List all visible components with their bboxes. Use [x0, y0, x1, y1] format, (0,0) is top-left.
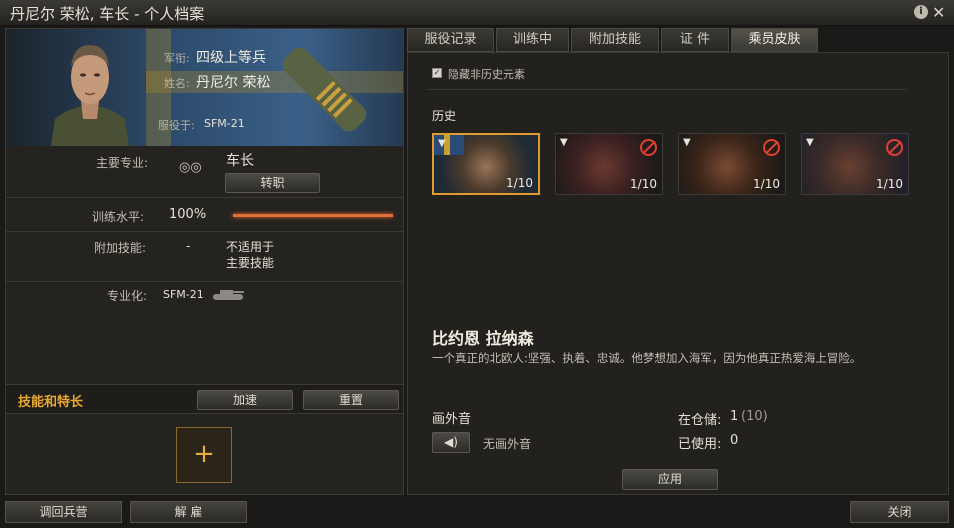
- pin-icon: ▼: [683, 137, 691, 148]
- served-vehicle: SFM-21: [204, 117, 245, 130]
- training-level-row: 训练水平: 100%: [6, 198, 403, 232]
- extra-skill-value: -: [186, 239, 191, 253]
- skin-name: 比约恩 拉纳森: [432, 329, 534, 348]
- rank-label: 军衔:: [164, 52, 190, 65]
- tab-crew-skins[interactable]: 乘员皮肤: [731, 28, 818, 52]
- add-skill-button[interactable]: +: [176, 427, 232, 483]
- skin-count: 1/10: [506, 176, 533, 190]
- crew-portrait: [51, 45, 129, 146]
- reset-button[interactable]: 重置: [303, 390, 399, 410]
- skin-count: 1/10: [753, 177, 780, 191]
- skin-card-1[interactable]: ▼ 1/10: [432, 133, 540, 195]
- pin-icon: ▼: [560, 137, 568, 148]
- pin-icon: ▼: [438, 138, 446, 149]
- ban-icon: [886, 139, 903, 156]
- hide-nonhistoric-checkbox[interactable]: ✓: [432, 68, 442, 78]
- skin-count: 1/10: [630, 177, 657, 191]
- extra-skill-note-line1: 不适用于: [226, 240, 275, 254]
- skin-card-4[interactable]: ▼ 1/10: [801, 133, 909, 195]
- used-label: 已使用:: [678, 437, 722, 452]
- tab-service-record[interactable]: 服役记录: [407, 28, 494, 52]
- return-to-barracks-button[interactable]: 调回兵营: [5, 501, 122, 523]
- primary-specialty-row: 主要专业: ◎◎ 车长 转职: [6, 146, 403, 198]
- pin-icon: ▼: [806, 137, 814, 148]
- skin-card-2[interactable]: ▼ 1/10: [555, 133, 663, 195]
- tank-icon: [213, 290, 244, 300]
- play-voiceover-button[interactable]: ◀): [432, 432, 470, 453]
- skills-title: 技能和特长: [18, 395, 84, 410]
- extra-skill-row: 附加技能: - 不适用于 主要技能: [6, 232, 403, 282]
- training-progress-bar: [233, 214, 393, 217]
- apply-button[interactable]: 应用: [622, 469, 718, 490]
- served-label: 服役于:: [158, 119, 195, 132]
- retrain-button[interactable]: 转职: [225, 173, 320, 193]
- training-progress-fill: [233, 214, 393, 217]
- close-button[interactable]: 关闭: [850, 501, 949, 523]
- training-level-value: 100%: [169, 207, 207, 222]
- specialization-label: 专业化:: [107, 289, 148, 303]
- skin-card-3[interactable]: ▼ 1/10: [678, 133, 786, 195]
- training-level-label: 训练水平:: [92, 210, 145, 224]
- window-title: 丹尼尔 荣松, 车长 - 个人档案: [10, 5, 205, 23]
- skin-description: 一个真正的北欧人:坚强、执着、忠诚。他梦想加入海军，因为他真正热爱海上冒险。: [432, 351, 862, 365]
- skin-count: 1/10: [876, 177, 903, 191]
- speaker-icon: ◀): [444, 435, 458, 449]
- crew-skins-panel: [407, 52, 949, 495]
- specialization-row: 专业化: SFM-21: [6, 282, 403, 312]
- tab-training[interactable]: 训练中: [496, 28, 569, 52]
- specialization-value: SFM-21: [163, 288, 204, 301]
- used-value: 0: [730, 433, 739, 448]
- divider: [427, 89, 907, 90]
- history-label: 历史: [432, 109, 457, 123]
- title-bar: 丹尼尔 荣松, 车长 - 个人档案 i ✕: [0, 0, 954, 26]
- extra-skill-note-line2: 主要技能: [226, 256, 275, 270]
- binoculars-icon: ◎◎: [179, 160, 202, 175]
- info-icon[interactable]: i: [914, 5, 928, 19]
- dismiss-button[interactable]: 解 雇: [130, 501, 247, 523]
- ban-icon: [640, 139, 657, 156]
- crew-profile-panel: 军衔: 四级上等兵 姓名: 丹尼尔 荣松 服役于: SFM-21 主要专业: ◎…: [5, 28, 404, 495]
- hide-nonhistoric-label: 隐藏非历史元素: [448, 68, 525, 81]
- rank-value: 四级上等兵: [196, 50, 266, 66]
- close-icon[interactable]: ✕: [932, 3, 945, 22]
- ban-icon: [763, 139, 780, 156]
- name-value: 丹尼尔 荣松: [196, 75, 271, 91]
- primary-specialty-value: 车长: [226, 153, 254, 169]
- stock-total: (10): [741, 409, 768, 424]
- tab-documents[interactable]: 证 件: [661, 28, 729, 52]
- voiceover-label: 画外音: [432, 412, 472, 427]
- name-label: 姓名:: [164, 77, 190, 90]
- shoulder-strap-icon: [282, 47, 367, 132]
- stock-value: 1: [730, 409, 739, 424]
- extra-skill-label: 附加技能:: [94, 241, 147, 255]
- primary-specialty-label: 主要专业:: [96, 156, 149, 170]
- portrait-banner: 军衔: 四级上等兵 姓名: 丹尼尔 荣松 服役于: SFM-21: [6, 29, 403, 146]
- skills-header: 技能和特长 加速 重置: [6, 384, 403, 414]
- accelerate-button[interactable]: 加速: [197, 390, 293, 410]
- tab-extra-skills[interactable]: 附加技能: [571, 28, 659, 52]
- voiceover-value: 无画外音: [483, 437, 532, 451]
- stock-label: 在仓储:: [678, 413, 722, 428]
